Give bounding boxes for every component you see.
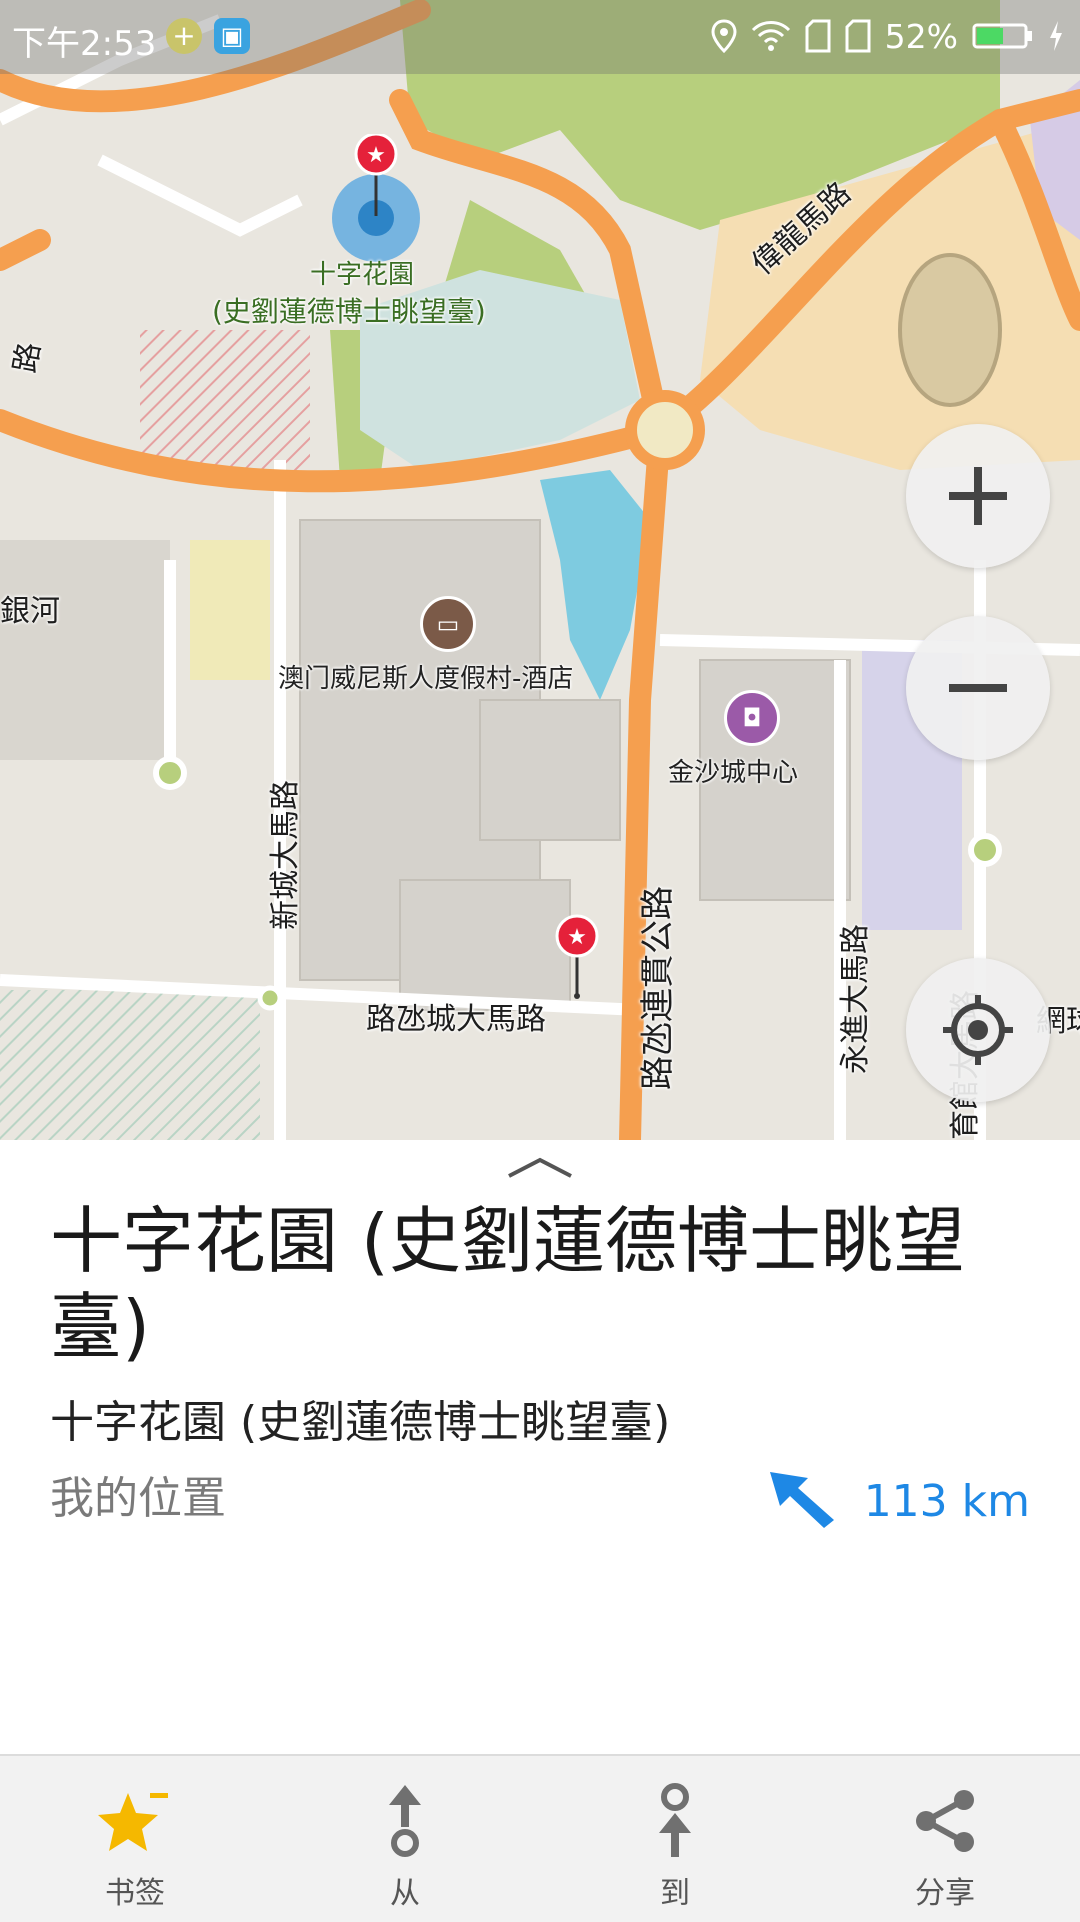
share-button[interactable]: 分享 [810,1756,1080,1922]
bookmark-button[interactable]: 书签 [0,1756,270,1922]
road-label-cotai-avenue: 路氹城大馬路 [366,1002,546,1037]
poi-label-sands-cotai: 金沙城中心 [668,758,799,788]
chevron-up-icon[interactable] [505,1154,575,1180]
pin-subtitle-label: (史劉蓮德博士眺望臺) [212,295,486,328]
distance-value: 113 km [863,1476,1030,1527]
shopping-bag-icon[interactable]: ◘ [724,690,780,746]
road-label-wing-chun: 永進大馬路 [838,924,873,1074]
share-label: 分享 [915,1876,975,1911]
status-time: 下午2:53 [12,24,157,64]
app-plus-icon: + [166,18,202,54]
route-from-button[interactable]: 从 [270,1756,540,1922]
hotel-icon[interactable]: ▭ [420,596,476,652]
route-from-label: 从 [390,1876,420,1911]
poi-label-venetian: 澳门威尼斯人度假村-酒店 [278,664,574,694]
wifi-icon [751,21,790,51]
bookmark-label: 书签 [105,1876,165,1911]
location-icon [711,19,737,53]
bottom-action-bar: 书签 从 到 分享 [0,1754,1080,1922]
place-subtitle: 十字花園 (史劉蓮德博士眺望臺) [50,1397,671,1448]
map-canvas[interactable] [0,0,1080,1140]
share-icon [916,1790,974,1852]
status-indicators: 52% [711,14,1064,58]
battery-icon [972,23,1032,49]
zoom-in-button[interactable] [906,424,1050,568]
favorite-marker[interactable]: ★ [554,914,600,1000]
road-label-xincheng: 新城大馬路 [268,780,303,930]
plus-icon [949,467,1007,525]
direction-arrow-icon [770,1472,834,1528]
svg-text:★: ★ [567,925,587,950]
battery-percentage: 52% [884,16,958,56]
route-to-icon [659,1783,691,1857]
my-location-button[interactable] [906,958,1050,1102]
zoom-out-button[interactable] [906,616,1050,760]
crosshair-icon [943,995,1013,1065]
sim2-icon [845,19,871,53]
sim1-icon [805,19,831,53]
place-title: 十字花園 (史劉蓮德博士眺望臺) [50,1199,965,1369]
route-from-icon [389,1785,421,1857]
bookmark-star-icon [98,1793,168,1851]
screenshot-app-icon: ▣ [214,18,250,54]
minus-icon [949,684,1007,692]
route-to-label: 到 [660,1876,690,1911]
route-to-button[interactable]: 到 [540,1756,810,1922]
charging-icon [1050,21,1062,51]
my-location-label: 我的位置 [50,1473,226,1524]
map-view[interactable]: ★ 十字花園 (史劉蓮德博士眺望臺) ★ ▭ 澳门威尼斯人度假村-酒店 ◘ 金沙… [0,0,1080,1140]
pin-title-label: 十字花園 [310,260,415,290]
svg-text:★: ★ [366,143,386,168]
place-info-panel[interactable]: 十字花園 (史劉蓮德博士眺望臺) 十字花園 (史劉蓮德博士眺望臺) 我的位置 1… [0,1140,1080,1754]
status-bar: 下午2:53 + ▣ 52% [0,0,1080,74]
selected-location-marker[interactable]: ★ [328,134,424,264]
road-label-cotai-connector: 路氹連貫公路 [638,886,678,1090]
road-label-galaxy: 銀河 [0,594,60,629]
